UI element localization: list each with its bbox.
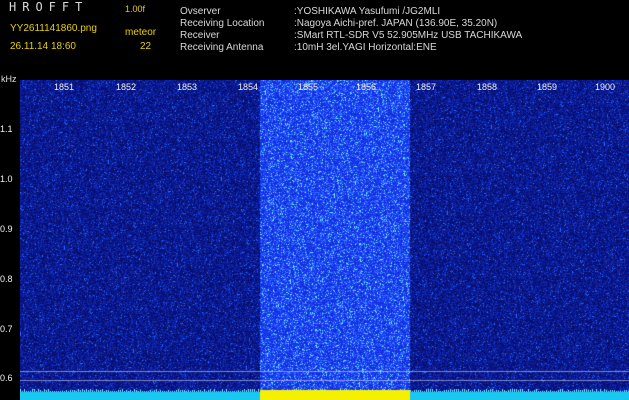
- time-tick: 1852: [115, 82, 137, 92]
- info-observer-key: Ovserver: [180, 6, 221, 17]
- spectrogram-plot: [20, 80, 629, 400]
- time-tick: 1855: [297, 82, 319, 92]
- freq-tick: 0.7: [0, 324, 13, 334]
- meteor-count: 22: [140, 41, 152, 52]
- time-tick: 1854: [237, 82, 259, 92]
- time-tick: 1858: [476, 82, 498, 92]
- info-antenna-value: :10mH 3el.YAGI Horizontal:ENE: [294, 42, 437, 53]
- freq-tick: 0.9: [0, 224, 13, 234]
- info-observer: Ovserver :YOSHIKAWA Yasufumi /JG2MLI: [180, 6, 440, 18]
- app-brand: HROFFT: [9, 0, 89, 14]
- info-antenna: Receiving Antenna :10mH 3el.YAGI Horizont…: [180, 42, 437, 54]
- time-tick: 1856: [355, 82, 377, 92]
- info-location-value: :Nagoya Aichi-pref. JAPAN (136.90E, 35.2…: [294, 18, 498, 29]
- time-tick: 1859: [536, 82, 558, 92]
- freq-tick: 0.8: [0, 274, 13, 284]
- time-tick: 1853: [176, 82, 198, 92]
- time-tick: 1900: [594, 82, 616, 92]
- time-tick: 1857: [415, 82, 437, 92]
- info-antenna-key: Receiving Antenna: [180, 42, 264, 53]
- meteor-label: meteor: [125, 27, 157, 38]
- info-receiver: Receiver :SMart RTL-SDR V5 52.905MHz USB …: [180, 30, 522, 42]
- image-filename: YY2611141860.png: [10, 23, 97, 34]
- info-receiver-key: Receiver: [180, 30, 220, 41]
- info-location-key: Receiving Location: [180, 18, 265, 29]
- info-observer-value: :YOSHIKAWA Yasufumi /JG2MLI: [294, 6, 441, 17]
- capture-datetime: 26.11.14 18:60: [10, 41, 76, 52]
- freq-tick: 0.6: [0, 373, 13, 383]
- time-tick: 1851: [53, 82, 75, 92]
- spectrogram-canvas: [20, 80, 629, 400]
- info-location: Receiving Location :Nagoya Aichi-pref. JA…: [180, 18, 497, 30]
- header-panel: HROFFT 1.00f YY2611141860.png meteor 26.…: [0, 0, 629, 74]
- freq-tick: 1.0: [0, 174, 13, 184]
- app-version: 1.00f: [125, 4, 146, 14]
- frequency-unit-label: kHz: [1, 74, 17, 84]
- info-receiver-value: :SMart RTL-SDR V5 52.905MHz USB TACHIKAW…: [294, 30, 523, 41]
- freq-tick: 1.1: [0, 124, 13, 134]
